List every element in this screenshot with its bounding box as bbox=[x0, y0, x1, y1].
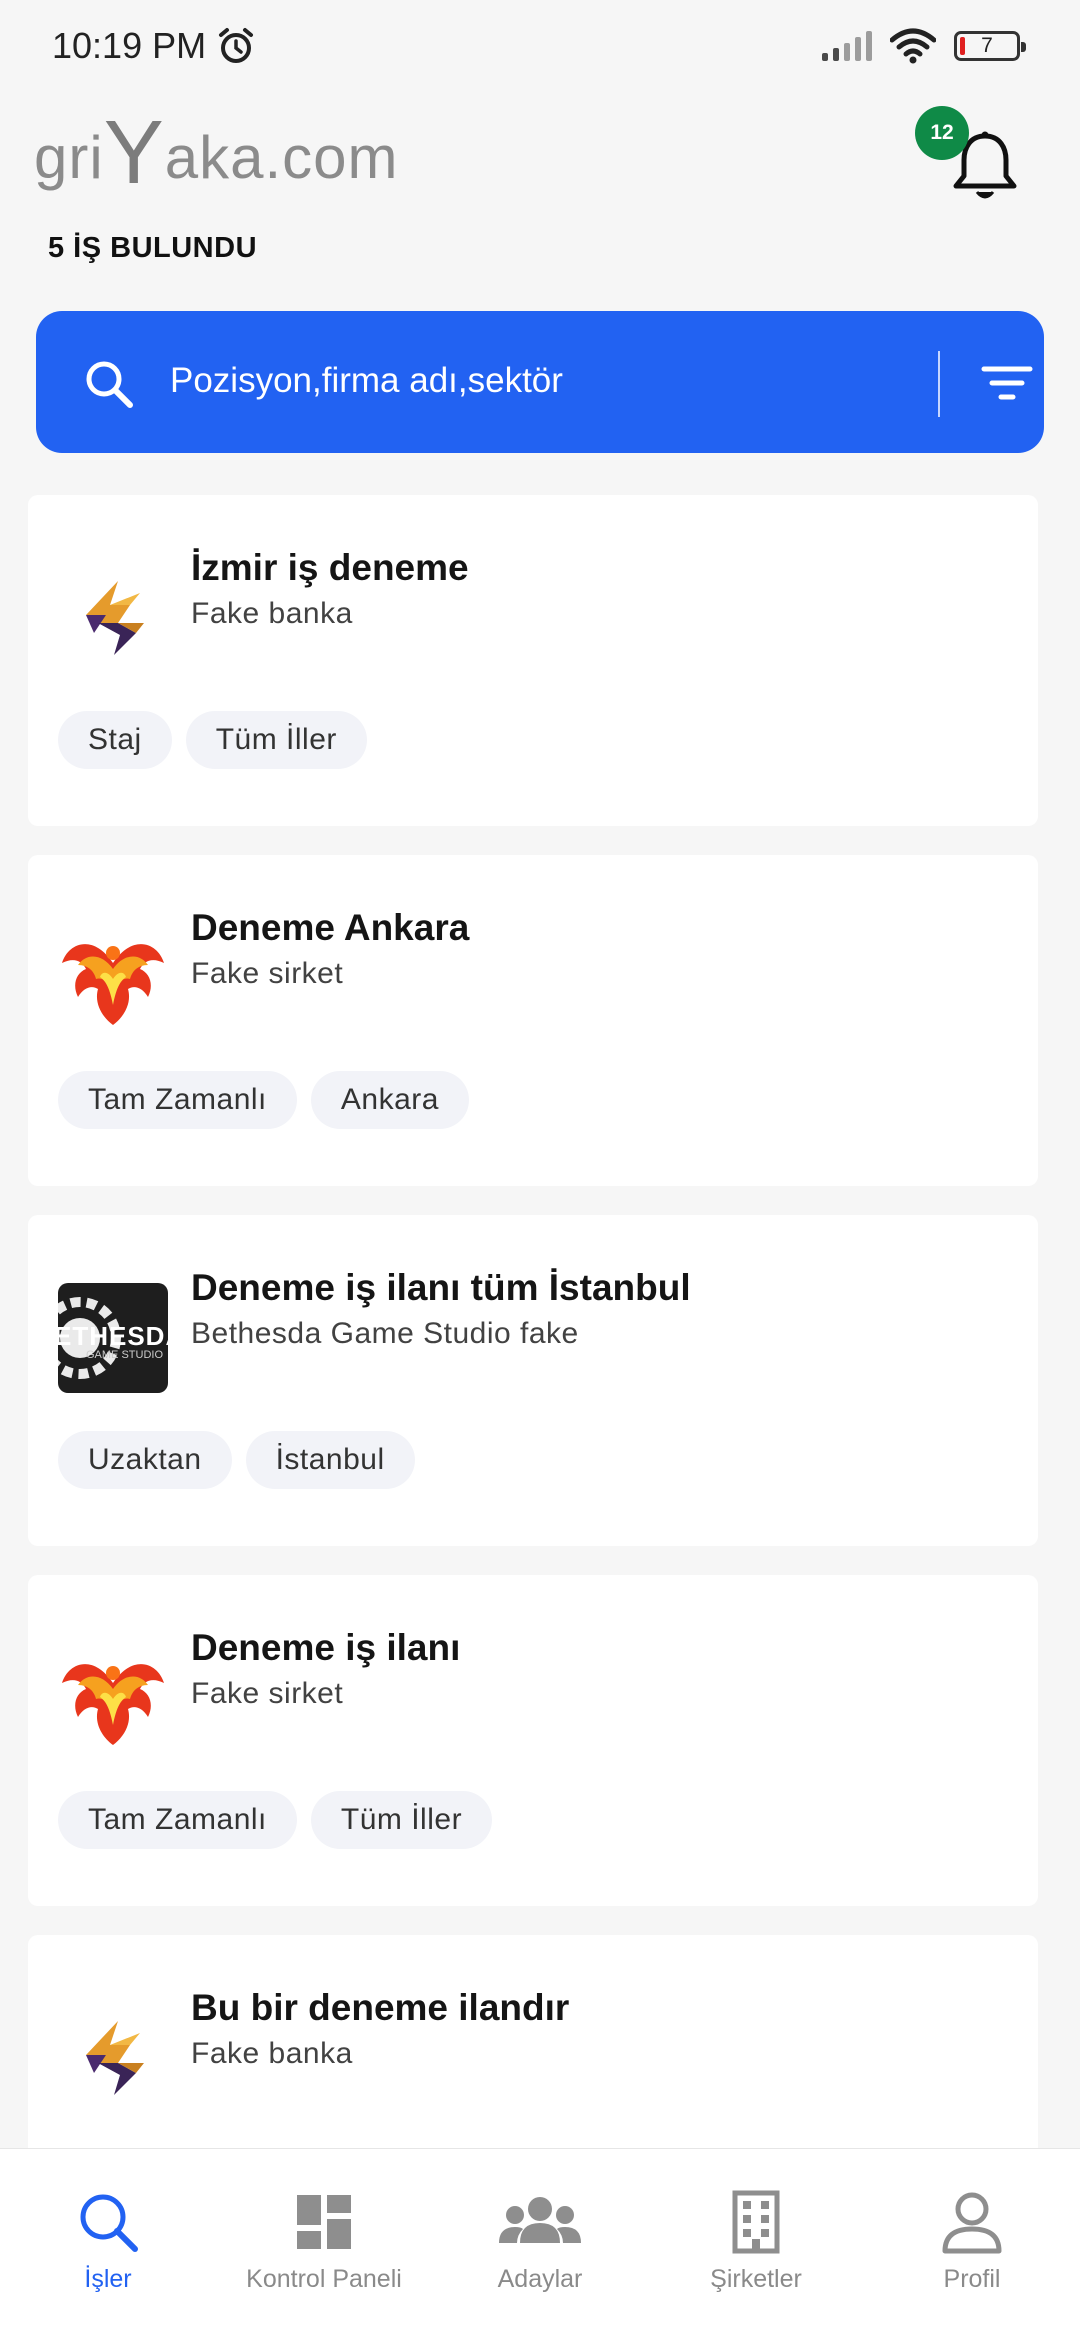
job-tag: Uzaktan bbox=[58, 1431, 232, 1489]
job-tags: Tam Zamanlı Ankara bbox=[58, 1071, 469, 1129]
job-tag: Tam Zamanlı bbox=[58, 1791, 297, 1849]
job-tag: Staj bbox=[58, 711, 172, 769]
wifi-icon bbox=[890, 28, 936, 64]
job-tags: Tam Zamanlı Tüm İller bbox=[58, 1791, 493, 1849]
signal-icon bbox=[822, 31, 872, 61]
job-tag: Ankara bbox=[310, 1071, 469, 1129]
app-logo: gri Yaka.com bbox=[34, 103, 399, 203]
bottom-nav: İşler Kontrol Paneli Adaylar Şirketler P… bbox=[0, 2148, 1080, 2340]
profile-icon[interactable] bbox=[939, 2189, 1005, 2255]
dashboard-icon[interactable] bbox=[291, 2189, 357, 2255]
battery-level: 7 bbox=[981, 34, 993, 57]
company-logo bbox=[58, 923, 168, 1033]
nav-item-kontrol-paneli[interactable]: Kontrol Paneli bbox=[216, 2149, 432, 2340]
job-title: Deneme Ankara bbox=[191, 907, 470, 948]
job-tags: Staj Tüm İller bbox=[58, 711, 367, 769]
nav-item-sirketler[interactable]: Şirketler bbox=[648, 2149, 864, 2340]
job-title: İzmir iş deneme bbox=[191, 547, 469, 588]
company-name: Fake sirket bbox=[191, 957, 344, 990]
job-tags: Uzaktan İstanbul bbox=[58, 1431, 415, 1489]
results-count: 5 İŞ BULUNDU bbox=[48, 232, 258, 264]
company-name: Fake banka bbox=[191, 597, 353, 630]
status-bar: 10:19 PM 7 bbox=[0, 0, 1080, 92]
phoenix-logo-icon bbox=[62, 944, 164, 1025]
nav-item-adaylar[interactable]: Adaylar bbox=[432, 2149, 648, 2340]
status-left: 10:19 PM bbox=[52, 25, 256, 67]
company-name: Bethesda Game Studio fake bbox=[191, 1317, 579, 1350]
people-icon[interactable] bbox=[495, 2189, 585, 2255]
nav-label: İşler bbox=[84, 2265, 132, 2293]
phoenix-logo-icon bbox=[62, 1664, 164, 1745]
app-header: gri Yaka.com 12 bbox=[0, 92, 1080, 222]
company-logo: ETHESDA GAME STUDIO bbox=[58, 1283, 168, 1393]
job-tag: Tüm İller bbox=[185, 711, 367, 769]
nav-item-profil[interactable]: Profil bbox=[864, 2149, 1080, 2340]
nav-label: Kontrol Paneli bbox=[246, 2265, 402, 2293]
search-icon[interactable] bbox=[75, 2189, 141, 2255]
search-divider bbox=[938, 351, 940, 417]
notification-badge[interactable]: 12 bbox=[915, 106, 969, 160]
status-right: 7 bbox=[822, 28, 1026, 64]
job-title: Bu bir deneme ilandır bbox=[191, 1987, 570, 2028]
status-time: 10:19 PM bbox=[52, 25, 207, 66]
nav-label: Adaylar bbox=[497, 2265, 583, 2293]
nav-label: Şirketler bbox=[710, 2265, 802, 2293]
bethesda-logo-icon: ETHESDA GAME STUDIO bbox=[58, 1283, 168, 1393]
bolt-logo-icon bbox=[86, 2021, 144, 2095]
job-card[interactable]: Deneme iş ilanı Fake sirket Tam Zamanlı T… bbox=[28, 1575, 1038, 1906]
job-tag: Tam Zamanlı bbox=[58, 1071, 297, 1129]
company-logo bbox=[58, 2003, 168, 2113]
nav-label: Profil bbox=[943, 2265, 1001, 2293]
nav-item-isler[interactable]: İşler bbox=[0, 2149, 216, 2340]
bolt-logo-icon bbox=[86, 581, 144, 655]
filter-icon[interactable] bbox=[980, 357, 1034, 409]
job-tag: İstanbul bbox=[245, 1431, 415, 1489]
job-title: Deneme iş ilanı bbox=[191, 1627, 461, 1668]
battery-icon: 7 bbox=[954, 31, 1026, 61]
company-logo bbox=[58, 563, 168, 673]
job-card[interactable]: İzmir iş deneme Fake banka Staj Tüm İller bbox=[28, 495, 1038, 826]
company-name: Fake banka bbox=[191, 2037, 353, 2070]
search-bar[interactable] bbox=[36, 311, 1044, 453]
search-icon[interactable] bbox=[82, 357, 136, 411]
alarm-icon bbox=[219, 28, 254, 63]
search-input[interactable] bbox=[170, 351, 910, 411]
job-card[interactable]: ETHESDA GAME STUDIO Deneme iş ilanı tüm … bbox=[28, 1215, 1038, 1546]
company-logo bbox=[58, 1643, 168, 1753]
company-name: Fake sirket bbox=[191, 1677, 344, 1710]
job-title: Deneme iş ilanı tüm İstanbul bbox=[191, 1267, 691, 1308]
job-card[interactable]: Deneme Ankara Fake sirket Tam Zamanlı Ank… bbox=[28, 855, 1038, 1186]
building-icon[interactable] bbox=[723, 2189, 789, 2255]
job-tag: Tüm İller bbox=[310, 1791, 493, 1849]
